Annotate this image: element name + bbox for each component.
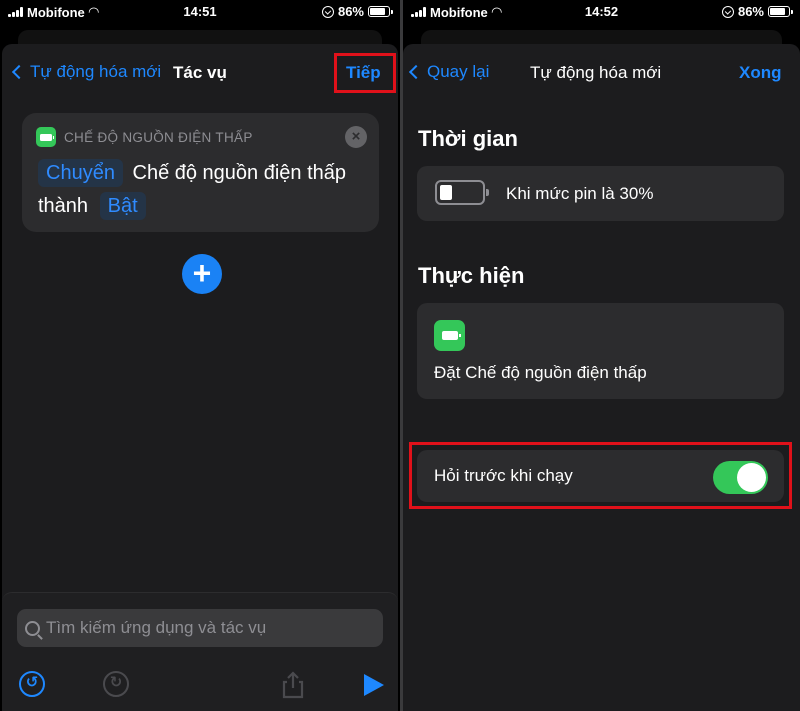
automation-sheet: Quay lại Tự động hóa mới Xong Thời gian … xyxy=(403,44,800,711)
done-button[interactable]: Xong xyxy=(739,63,782,83)
chevron-left-icon xyxy=(11,64,27,80)
action-card: CHẾ ĐỘ NGUỒN ĐIỆN THẤP × Chuyển Chế độ n… xyxy=(22,113,379,232)
action-card-header: CHẾ ĐỘ NGUỒN ĐIỆN THẤP xyxy=(36,127,253,147)
back-button[interactable]: Tự động hóa mới xyxy=(10,62,161,82)
back-label: Tự động hóa mới xyxy=(30,62,162,81)
action-card-body: Chuyển Chế độ nguồn điện thấp thành Bật xyxy=(38,157,358,223)
action-text: Đặt Chế độ nguồn điện thấp xyxy=(434,363,647,382)
highlight-box xyxy=(334,53,396,93)
chevron-left-icon xyxy=(408,64,424,80)
rotation-lock-icon xyxy=(321,5,334,18)
back-button[interactable]: Quay lại xyxy=(407,62,489,82)
share-icon[interactable] xyxy=(280,671,306,699)
value-token[interactable]: Bật xyxy=(99,192,146,220)
rotation-lock-icon xyxy=(721,5,734,18)
action-card-title: CHẾ ĐỘ NGUỒN ĐIỆN THẤP xyxy=(64,129,253,145)
battery-icon xyxy=(768,6,793,17)
ask-before-running-row: Hỏi trước khi chạy xyxy=(417,450,784,502)
trigger-text: Khi mức pin là 30% xyxy=(506,184,654,203)
undo-icon[interactable]: ↺ xyxy=(19,671,45,697)
do-section-title: Thực hiện xyxy=(418,263,525,288)
ask-before-running-toggle[interactable] xyxy=(713,461,768,494)
nav-title: Tự động hóa mới xyxy=(530,63,662,82)
action-card[interactable]: Đặt Chế độ nguồn điện thấp xyxy=(417,303,784,399)
redo-icon[interactable]: ↻ xyxy=(103,671,129,697)
status-bar: Mobifone ◠ 14:51 86% xyxy=(0,0,400,24)
back-label: Quay lại xyxy=(427,62,490,81)
battery-level-icon xyxy=(435,180,489,205)
battery-app-icon xyxy=(36,127,56,147)
nav-title: Tác vụ xyxy=(173,63,227,82)
battery-percent: 86% xyxy=(337,4,364,19)
actions-sheet: Tự động hóa mới Tác vụ Tiếp CHẾ ĐỘ NGUỒN… xyxy=(2,44,398,711)
search-icon xyxy=(25,620,40,636)
time-section-title: Thời gian xyxy=(418,126,518,151)
add-action-button[interactable]: + xyxy=(182,254,222,294)
search-input[interactable] xyxy=(46,618,346,638)
toolbar: ↺ ↻ xyxy=(2,659,398,711)
nav-bar: Quay lại Tự động hóa mới Xong xyxy=(403,44,800,104)
action-token[interactable]: Chuyển xyxy=(38,159,123,187)
search-bar[interactable] xyxy=(17,609,383,647)
right-screen: Mobifone ◠ 14:52 86% Quay lại Tự động hó… xyxy=(403,0,800,711)
battery-app-icon xyxy=(434,320,465,351)
close-icon[interactable]: × xyxy=(345,126,367,148)
battery-icon xyxy=(368,6,393,17)
play-icon[interactable] xyxy=(364,674,384,696)
left-screen: Mobifone ◠ 14:51 86% Tự động hóa mới Tác… xyxy=(0,0,400,711)
trigger-card[interactable]: Khi mức pin là 30% xyxy=(417,166,784,221)
status-bar: Mobifone ◠ 14:52 86% xyxy=(403,0,800,24)
search-panel: ↺ ↻ xyxy=(2,592,398,711)
battery-percent: 86% xyxy=(737,4,764,19)
ask-before-running-label: Hỏi trước khi chạy xyxy=(434,466,573,485)
